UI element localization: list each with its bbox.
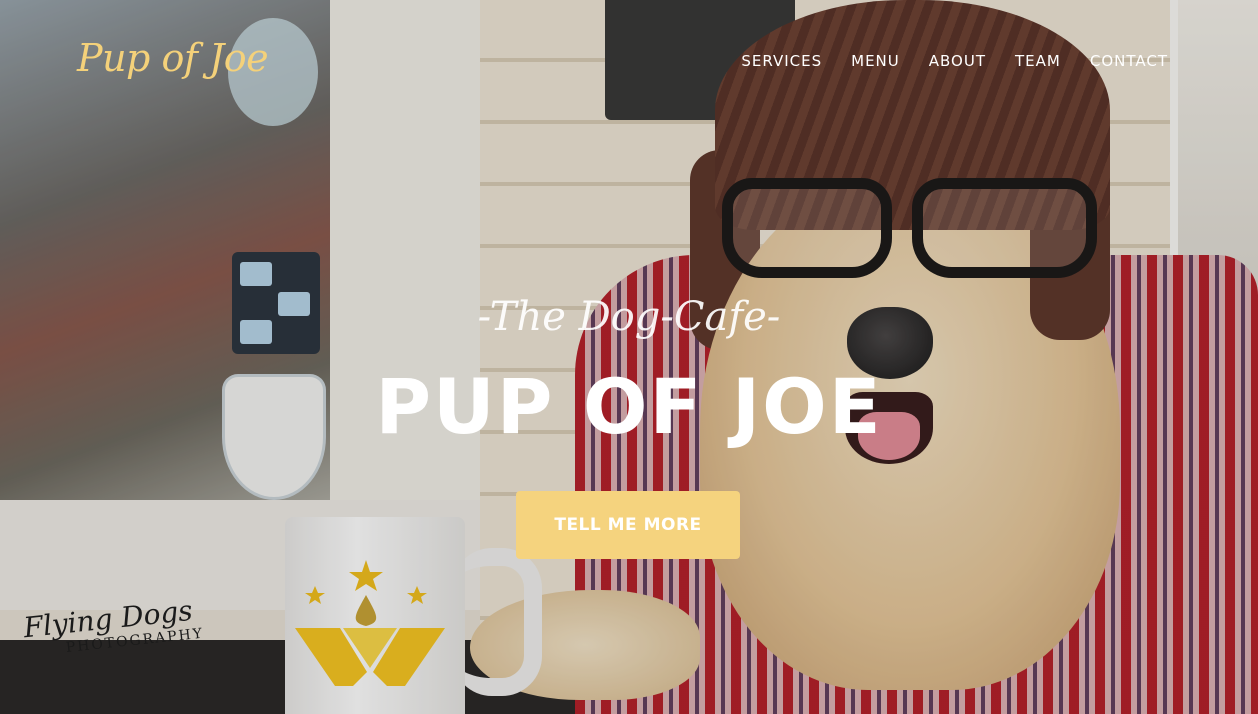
nav-link-team[interactable]: TEAM xyxy=(1015,52,1061,70)
nav-link-menu[interactable]: MENU xyxy=(851,52,900,70)
hero-subtitle: -The Dog-Cafe- xyxy=(477,294,781,340)
navbar: Pup of Joe SERVICES MENU ABOUT TEAM CONT… xyxy=(0,0,1258,120)
nav-link-services[interactable]: SERVICES xyxy=(741,52,822,70)
main-nav: SERVICES MENU ABOUT TEAM CONTACT xyxy=(741,52,1168,70)
nav-link-about[interactable]: ABOUT xyxy=(929,52,986,70)
nav-link-contact[interactable]: CONTACT xyxy=(1090,52,1168,70)
hero-title: PUP OF JOE xyxy=(375,362,883,451)
brand-logo-link[interactable]: Pup of Joe xyxy=(77,36,269,80)
tell-me-more-button[interactable]: TELL ME MORE xyxy=(516,491,740,559)
